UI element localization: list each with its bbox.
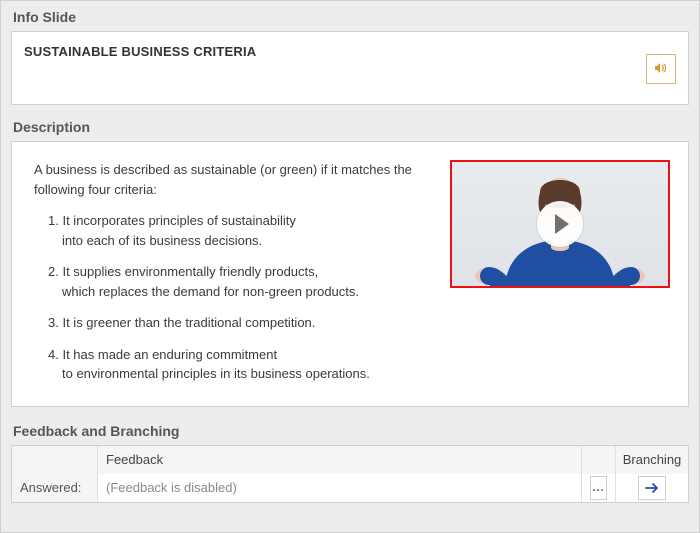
section-title-info: Info Slide: [13, 9, 689, 25]
feedback-value[interactable]: (Feedback is disabled): [98, 474, 582, 502]
branching-cell: [616, 474, 688, 502]
header-spacer2: [582, 446, 616, 474]
speaker-icon: [653, 60, 669, 79]
feedback-header-row: Feedback Branching: [12, 446, 688, 474]
video-thumbnail[interactable]: [450, 160, 670, 288]
header-spacer: [12, 446, 98, 474]
section-title-description: Description: [13, 119, 689, 135]
feedback-table: Feedback Branching Answered: (Feedback i…: [11, 445, 689, 503]
branching-button[interactable]: [638, 476, 666, 500]
video-wrapper: [450, 160, 670, 384]
description-text[interactable]: A business is described as sustainable (…: [34, 160, 422, 384]
feedback-more-cell: ...: [582, 474, 616, 502]
editor-panel: Info Slide SUSTAINABLE BUSINESS CRITERIA…: [0, 0, 700, 533]
slide-title-text[interactable]: SUSTAINABLE BUSINESS CRITERIA: [24, 44, 256, 59]
section-title-feedback: Feedback and Branching: [13, 423, 689, 439]
feedback-answered-row: Answered: (Feedback is disabled) ...: [12, 474, 688, 502]
audio-button[interactable]: [646, 54, 676, 84]
header-branching: Branching: [616, 446, 688, 474]
feedback-more-button[interactable]: ...: [590, 476, 607, 500]
description-box: A business is described as sustainable (…: [11, 141, 689, 407]
answered-label: Answered:: [12, 474, 98, 502]
header-feedback: Feedback: [98, 446, 582, 474]
info-slide-box: SUSTAINABLE BUSINESS CRITERIA: [11, 31, 689, 105]
description-intro: A business is described as sustainable (…: [34, 160, 414, 199]
criteria-item: 4. It has made an enduring commitment to…: [34, 345, 422, 384]
criteria-item: 1. It incorporates principles of sustain…: [34, 211, 422, 250]
criteria-item: 3. It is greener than the traditional co…: [34, 313, 422, 333]
arrow-right-icon: [645, 482, 659, 494]
criteria-item: 2. It supplies environmentally friendly …: [34, 262, 422, 301]
play-icon: [537, 201, 583, 247]
ellipsis-icon: ...: [592, 482, 604, 494]
